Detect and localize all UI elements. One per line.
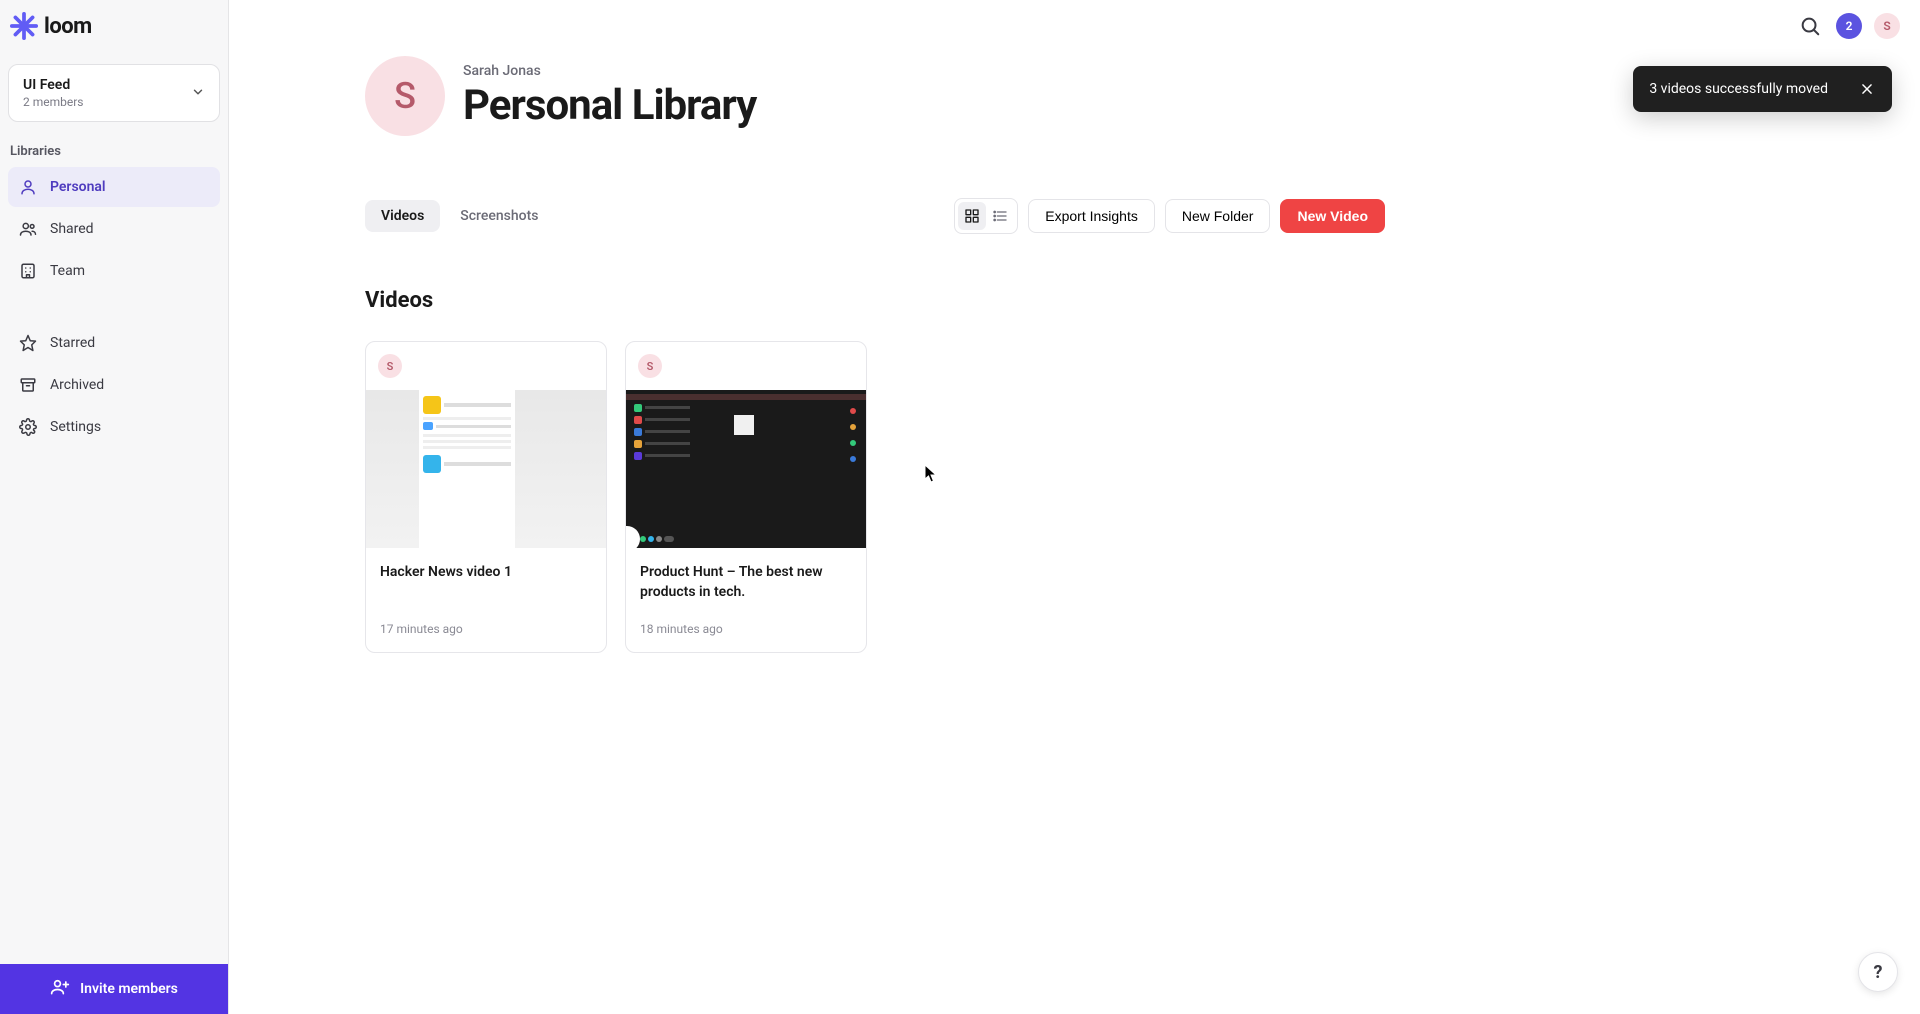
- video-thumbnail: [626, 390, 866, 548]
- list-icon: [992, 208, 1008, 224]
- export-insights-button[interactable]: Export Insights: [1028, 199, 1155, 233]
- toast-close-button[interactable]: [1858, 80, 1876, 98]
- logo-text: loom: [44, 14, 92, 39]
- owner-name: Sarah Jonas: [463, 63, 756, 79]
- tab-screenshots[interactable]: Screenshots: [444, 200, 554, 232]
- card-avatar-initial: S: [647, 360, 654, 373]
- grid-view-button[interactable]: [958, 202, 986, 230]
- video-card[interactable]: S Hacker News video 1: [365, 341, 607, 653]
- card-avatar: S: [378, 354, 402, 378]
- main: S Sarah Jonas Personal Library Videos Sc…: [229, 0, 1920, 1014]
- person-icon: [18, 177, 38, 197]
- new-folder-button[interactable]: New Folder: [1165, 199, 1271, 233]
- star-icon: [18, 333, 38, 353]
- section-heading: Videos: [365, 288, 1385, 313]
- workspace-members: 2 members: [23, 95, 84, 109]
- workspace-selector[interactable]: UI Feed 2 members: [8, 64, 220, 122]
- sidebar-item-label: Team: [50, 263, 85, 279]
- video-grid: S Hacker News video 1: [365, 341, 1385, 653]
- chevron-down-icon: [191, 84, 205, 103]
- page-avatar-initial: S: [394, 75, 416, 117]
- view-toggle: [954, 198, 1018, 234]
- sidebar-item-personal[interactable]: Personal: [8, 167, 220, 207]
- page-header: S Sarah Jonas Personal Library: [365, 56, 1385, 136]
- new-video-button[interactable]: New Video: [1280, 199, 1385, 233]
- grid-icon: [964, 208, 980, 224]
- sidebar-item-starred[interactable]: Starred: [8, 323, 220, 363]
- logo[interactable]: loom: [0, 0, 228, 46]
- help-icon: ?: [1874, 962, 1883, 983]
- invite-members-button[interactable]: Invite members: [0, 964, 228, 1014]
- sidebar-item-label: Archived: [50, 377, 104, 393]
- building-icon: [18, 261, 38, 281]
- tab-videos[interactable]: Videos: [365, 200, 440, 232]
- sidebar-section-label: Libraries: [0, 122, 228, 165]
- toast: 3 videos successfully moved: [1633, 66, 1892, 112]
- invite-members-label: Invite members: [80, 981, 178, 997]
- loom-logo-icon: [10, 12, 38, 40]
- archive-icon: [18, 375, 38, 395]
- card-avatar-initial: S: [387, 360, 394, 373]
- sidebar-item-label: Personal: [50, 179, 106, 195]
- close-icon: [1860, 82, 1874, 96]
- video-thumbnail: [366, 390, 606, 548]
- primary-nav: Personal Shared Team: [0, 165, 228, 293]
- video-title: Product Hunt – The best new products in …: [640, 562, 852, 604]
- secondary-nav: Starred Archived Settings: [0, 321, 228, 449]
- sidebar-item-team[interactable]: Team: [8, 251, 220, 291]
- people-icon: [18, 219, 38, 239]
- video-title: Hacker News video 1: [380, 562, 592, 604]
- sidebar-item-archived[interactable]: Archived: [8, 365, 220, 405]
- sidebar-item-settings[interactable]: Settings: [8, 407, 220, 447]
- sidebar: loom UI Feed 2 members Libraries Persona…: [0, 0, 229, 1014]
- page-avatar: S: [365, 56, 445, 136]
- sidebar-item-label: Settings: [50, 419, 101, 435]
- toolbar: Videos Screenshots Export Insights New F…: [365, 198, 1385, 234]
- toast-message: 3 videos successfully moved: [1649, 81, 1828, 97]
- gear-icon: [18, 417, 38, 437]
- video-timestamp: 17 minutes ago: [380, 622, 592, 636]
- sidebar-item-label: Shared: [50, 221, 94, 237]
- help-button[interactable]: ?: [1858, 952, 1898, 992]
- invite-icon: [50, 977, 70, 1001]
- page-title: Personal Library: [463, 81, 756, 130]
- video-timestamp: 18 minutes ago: [640, 622, 852, 636]
- video-card[interactable]: S: [625, 341, 867, 653]
- card-avatar: S: [638, 354, 662, 378]
- list-view-button[interactable]: [986, 202, 1014, 230]
- sidebar-item-shared[interactable]: Shared: [8, 209, 220, 249]
- sidebar-item-label: Starred: [50, 335, 95, 351]
- workspace-name: UI Feed: [23, 77, 84, 93]
